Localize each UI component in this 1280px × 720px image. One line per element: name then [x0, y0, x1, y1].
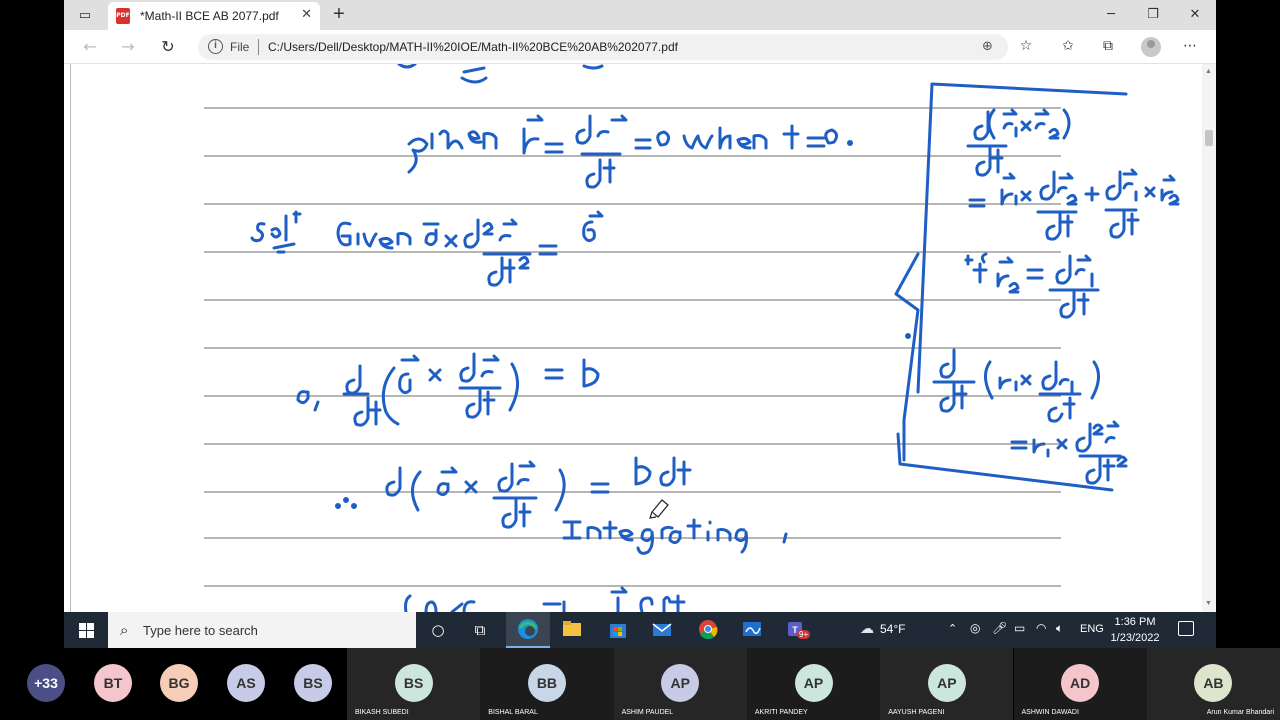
pdf-icon: PDF — [116, 8, 130, 24]
meeting-participant-strip: +33 BT BG AS BS BS BIKASH SUBEDI BB BISHAL BAR… — [0, 648, 1280, 720]
participant-name: Arun Kumar Bhandari — [1206, 709, 1275, 716]
screen: ▭ PDF *Math-II BCE AB 2077.pdf ✕ + ─ ❐ ✕… — [0, 0, 1280, 720]
pdf-viewer[interactable] — [64, 64, 1216, 612]
clock-time: 1:36 PM — [1114, 616, 1156, 628]
restore-icon[interactable]: ❐ — [1132, 0, 1174, 30]
participant-name: AKRITI PANDEY — [754, 709, 808, 716]
address-bar[interactable]: i File C:/Users/Dell/Desktop/MATH-II%20I… — [198, 34, 1008, 60]
participant-name: AAYUSH PAGENI — [888, 709, 945, 716]
start-button[interactable] — [64, 612, 108, 648]
browser-window: ▭ PDF *Math-II BCE AB 2077.pdf ✕ + ─ ❐ ✕… — [64, 0, 1216, 612]
participant-name: ASHIM PAUDEL — [621, 709, 674, 716]
windows-logo-icon — [78, 622, 94, 638]
title-bar: ▭ PDF *Math-II BCE AB 2077.pdf ✕ + ─ ❐ ✕ — [64, 0, 1216, 30]
edge-icon — [518, 619, 538, 639]
taskbar-search[interactable]: ⌕ Type here to search — [108, 612, 416, 648]
weather-text[interactable]: 54°F — [880, 622, 905, 636]
vertical-scrollbar[interactable]: ▲ ▼ — [1202, 64, 1216, 612]
cloud-icon: ☁ — [860, 621, 874, 637]
participant-avatar[interactable]: BG — [160, 664, 198, 702]
participant-avatar[interactable]: AS — [227, 664, 265, 702]
info-icon[interactable]: i — [208, 39, 223, 54]
participant-name: ASHWIN DAWADI — [1021, 709, 1079, 716]
participant-avatar: BS — [394, 664, 433, 702]
wifi-icon[interactable]: ◠ — [1036, 621, 1046, 635]
participant-tile[interactable]: AB Arun Kumar Bhandari — [1146, 648, 1280, 720]
whiteboard-icon[interactable] — [740, 618, 764, 642]
new-tab-icon[interactable]: + — [328, 3, 350, 25]
address-divider — [258, 39, 259, 55]
participant-avatar: AP — [661, 664, 700, 702]
overflow-participants[interactable]: +33 — [27, 664, 65, 702]
scroll-up-icon[interactable]: ▲ — [1205, 68, 1212, 75]
forward-icon[interactable]: → — [116, 36, 140, 58]
participant-avatar: BB — [527, 664, 566, 702]
file-explorer-icon[interactable] — [560, 618, 584, 642]
pen-cursor-icon — [649, 499, 669, 519]
participant-tile[interactable]: BB BISHAL BARAL — [480, 648, 614, 720]
meet-now-icon[interactable]: ◎ — [970, 621, 980, 635]
volume-icon[interactable]: 🔈︎ — [1056, 621, 1063, 636]
store-icon[interactable] — [606, 618, 630, 642]
participant-avatar[interactable]: BS — [294, 664, 332, 702]
favorites-icon[interactable]: ✩ — [1058, 38, 1078, 58]
clock-date: 1/23/2022 — [1110, 632, 1160, 644]
participant-name: BISHAL BARAL — [488, 709, 538, 716]
scroll-thumb[interactable] — [1205, 130, 1213, 146]
clock[interactable]: 1:36 PM 1/23/2022 — [1092, 614, 1178, 646]
more-icon[interactable]: ⋯ — [1180, 38, 1200, 58]
refresh-icon[interactable]: ↻ — [156, 36, 180, 58]
participant-avatar: AB — [1194, 664, 1233, 702]
search-placeholder: Type here to search — [143, 623, 258, 638]
search-icon: ⌕ — [120, 621, 129, 639]
chevron-up-icon[interactable]: ⌃ — [948, 622, 957, 635]
participant-tile[interactable]: AP AAYUSH PAGENI — [880, 648, 1014, 720]
ink-strokes — [250, 64, 1180, 612]
participant-tile[interactable]: AP AKRITI PANDEY — [746, 648, 881, 720]
browser-tab[interactable]: PDF *Math-II BCE AB 2077.pdf ✕ — [108, 2, 320, 30]
participant-tile[interactable]: AP ASHIM PAUDEL — [613, 648, 747, 720]
chrome-icon[interactable] — [696, 618, 720, 642]
mail-icon[interactable] — [650, 618, 674, 642]
task-view-icon[interactable]: ⧉ — [468, 618, 492, 642]
browser-toolbar: ← → ↻ i File C:/Users/Dell/Desktop/MATH-… — [64, 30, 1216, 64]
edge-taskbar-button[interactable] — [506, 612, 550, 648]
profile-icon[interactable] — [1141, 37, 1161, 57]
scheme-label: File — [230, 40, 250, 54]
participant-avatar: AP — [794, 664, 833, 702]
handwritten-notes — [204, 64, 1180, 612]
tab-close-icon[interactable]: ✕ — [301, 7, 312, 22]
battery-icon[interactable]: ▭ — [1014, 621, 1025, 635]
cortana-icon[interactable]: ○ — [426, 618, 450, 642]
participant-tile[interactable]: BS BIKASH SUBEDI — [347, 648, 481, 720]
participant-avatar: AD — [1061, 664, 1100, 702]
tab-actions-icon[interactable]: ▭ — [74, 5, 96, 25]
microphone-icon[interactable]: 🎤︎ — [992, 621, 1007, 635]
teams-badge: 9+ — [797, 630, 811, 639]
participant-name: BIKASH SUBEDI — [355, 709, 409, 716]
notification-icon[interactable] — [1178, 621, 1194, 636]
minimize-icon[interactable]: ─ — [1090, 0, 1132, 30]
participant-avatar: AP — [927, 664, 966, 702]
url-text[interactable]: C:/Users/Dell/Desktop/MATH-II%20IOE/Math… — [268, 40, 678, 54]
collections-icon[interactable]: ⧉ — [1098, 38, 1118, 58]
participant-tile[interactable]: AD ASHWIN DAWADI — [1013, 648, 1147, 720]
scroll-down-icon[interactable]: ▼ — [1205, 600, 1212, 607]
close-window-icon[interactable]: ✕ — [1174, 0, 1216, 30]
windows-taskbar: ⌕ Type here to search ○ ⧉ T 9+ ☁ 54°F ⌃ … — [64, 612, 1216, 648]
participant-avatar[interactable]: BT — [94, 664, 132, 702]
tab-title: *Math-II BCE AB 2077.pdf — [140, 9, 279, 23]
zoom-icon[interactable]: ⊕ — [982, 39, 993, 54]
ruled-lines — [204, 107, 1061, 587]
back-icon[interactable]: ← — [78, 36, 102, 58]
add-favorite-icon[interactable]: ☆ — [1016, 38, 1036, 58]
